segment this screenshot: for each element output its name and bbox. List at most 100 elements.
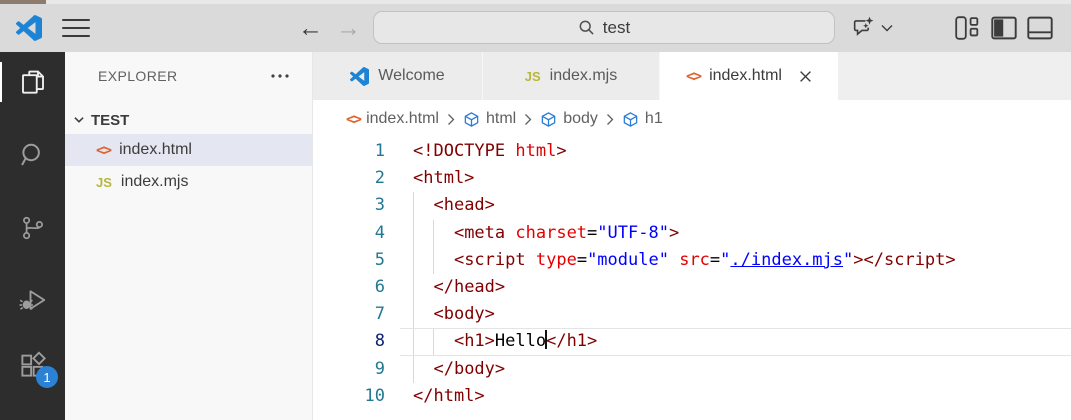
tab-index-mjs[interactable]: JS index.mjs bbox=[483, 52, 660, 100]
files-icon bbox=[21, 70, 44, 94]
activity-item-explorer[interactable] bbox=[0, 58, 65, 106]
close-icon bbox=[800, 70, 811, 82]
tab-welcome[interactable]: Welcome bbox=[313, 52, 483, 100]
line-number[interactable]: 10 bbox=[313, 383, 385, 410]
line-number[interactable]: 4 bbox=[313, 220, 385, 247]
line-content[interactable]: <meta charset="UTF-8"> bbox=[400, 220, 1071, 247]
line-number[interactable]: 2 bbox=[313, 165, 385, 192]
activity-item-extensions[interactable]: 1 bbox=[0, 341, 65, 389]
code-token: "module" bbox=[587, 249, 669, 270]
code-token: " bbox=[843, 249, 854, 270]
code-line-2: 2 <html> bbox=[313, 165, 1071, 192]
symbol-breadcrumb-icon bbox=[464, 111, 479, 127]
code-editor[interactable]: 1 <!DOCTYPE html> 2 <html> 3 <head> 4 <meta c… bbox=[313, 138, 1071, 420]
back-arrow-button[interactable]: ← bbox=[298, 4, 323, 52]
toggle-panel-button[interactable] bbox=[1027, 4, 1053, 52]
forward-arrow-button[interactable]: → bbox=[336, 4, 361, 52]
breadcrumb-item-h1[interactable]: h1 bbox=[622, 110, 663, 128]
close-tab-button[interactable] bbox=[799, 70, 812, 83]
file-index-html[interactable]: <> index.html bbox=[65, 134, 312, 166]
code-token: Hello bbox=[494, 331, 547, 352]
search-text: test bbox=[602, 17, 631, 37]
code-token: <html> bbox=[413, 168, 475, 189]
breadcrumb-item-index-html[interactable]: <> index.html bbox=[346, 110, 439, 128]
code-token: <!DOCTYPE bbox=[413, 141, 506, 161]
code-token: html bbox=[515, 141, 557, 161]
breadcrumb-item-html[interactable]: html bbox=[463, 110, 516, 128]
vscode-logo-icon bbox=[16, 15, 42, 41]
menu-icon[interactable] bbox=[62, 19, 90, 37]
breadcrumb-label: h1 bbox=[644, 110, 663, 127]
code-token: > bbox=[556, 141, 567, 161]
toggle-sidebar-icon bbox=[991, 16, 1017, 40]
editor-group: Welcome JS index.mjs <> index.html <> index.h… bbox=[313, 52, 1071, 420]
chevron-down-icon bbox=[881, 25, 893, 32]
line-content[interactable]: <h1>Hello</h1> bbox=[400, 328, 1071, 355]
code-token: <head> bbox=[433, 195, 495, 216]
file-label: index.mjs bbox=[120, 173, 189, 190]
search-icon bbox=[20, 143, 40, 166]
activity-bar: 1 bbox=[0, 52, 65, 420]
line-content[interactable]: <script type="module" src="./index.mjs">… bbox=[400, 247, 1071, 274]
activity-item-run-debug[interactable] bbox=[0, 276, 65, 324]
line-number[interactable]: 6 bbox=[313, 274, 385, 301]
code-line-7: 7 <body> bbox=[313, 301, 1071, 328]
line-content[interactable]: <!DOCTYPE html> bbox=[400, 138, 1071, 165]
copilot-chat-button[interactable] bbox=[850, 4, 893, 52]
symbol-breadcrumb-icon bbox=[541, 111, 556, 127]
code-token: </head> bbox=[433, 276, 506, 297]
html-tab-icon: <> bbox=[686, 67, 702, 85]
more-actions-icon[interactable] bbox=[270, 73, 290, 79]
command-center-search[interactable]: test bbox=[373, 11, 835, 44]
line-number[interactable]: 7 bbox=[313, 301, 385, 328]
vscode-tab-icon bbox=[350, 66, 370, 86]
code-line-3: 3 <head> bbox=[313, 192, 1071, 219]
run-debug-icon bbox=[19, 290, 45, 310]
breadcrumb: <> index.html html body h1 bbox=[313, 100, 1071, 138]
line-content[interactable]: <html> bbox=[400, 165, 1071, 192]
line-content[interactable]: </body> bbox=[400, 356, 1071, 383]
chat-sparkle-icon bbox=[853, 16, 874, 36]
line-number[interactable]: 8 bbox=[313, 328, 385, 355]
html-file-icon: <> bbox=[96, 141, 112, 159]
line-content[interactable]: <body> bbox=[400, 301, 1071, 328]
file-index-mjs[interactable]: JS index.mjs bbox=[65, 166, 312, 198]
customize-layout-button[interactable] bbox=[955, 4, 979, 52]
code-token: </h1> bbox=[546, 331, 598, 352]
line-content[interactable]: </html> bbox=[400, 383, 1071, 410]
explorer-title: EXPLORER bbox=[98, 68, 178, 84]
explorer-header: EXPLORER bbox=[65, 52, 312, 100]
line-number[interactable]: 1 bbox=[313, 138, 385, 165]
breadcrumb-item-body[interactable]: body bbox=[540, 110, 598, 128]
activity-item-source-control[interactable] bbox=[0, 204, 65, 252]
code-token: </body> bbox=[433, 358, 506, 379]
code-token: <body> bbox=[433, 304, 495, 325]
tab-label: index.html bbox=[709, 67, 782, 84]
chevron-right-icon bbox=[448, 113, 455, 125]
chevron-right-icon bbox=[525, 113, 532, 125]
toggle-sidebar-button[interactable] bbox=[991, 4, 1017, 52]
line-number[interactable]: 5 bbox=[313, 247, 385, 274]
line-content[interactable]: </head> bbox=[400, 274, 1071, 301]
code-line-10: 10 </html> bbox=[313, 383, 1071, 410]
activity-item-search[interactable] bbox=[0, 131, 65, 179]
code-line-1: 1 <!DOCTYPE html> bbox=[313, 138, 1071, 165]
vscode-window: ← → test 1 EXPLORER TEST <> index.html J… bbox=[0, 0, 1071, 420]
code-token: > bbox=[853, 249, 864, 270]
chevron-right-icon bbox=[606, 113, 614, 125]
extensions-badge: 1 bbox=[36, 366, 58, 388]
line-content[interactable]: <head> bbox=[400, 192, 1071, 219]
line-number[interactable]: 9 bbox=[313, 356, 385, 383]
folder-root-test[interactable]: TEST bbox=[65, 106, 312, 134]
line-number[interactable]: 3 bbox=[313, 192, 385, 219]
symbol-breadcrumb-icon bbox=[623, 111, 638, 127]
tab-index-html[interactable]: <> index.html bbox=[660, 52, 838, 100]
breadcrumb-label: index.html bbox=[366, 110, 439, 127]
breadcrumb-label: body bbox=[563, 110, 598, 127]
